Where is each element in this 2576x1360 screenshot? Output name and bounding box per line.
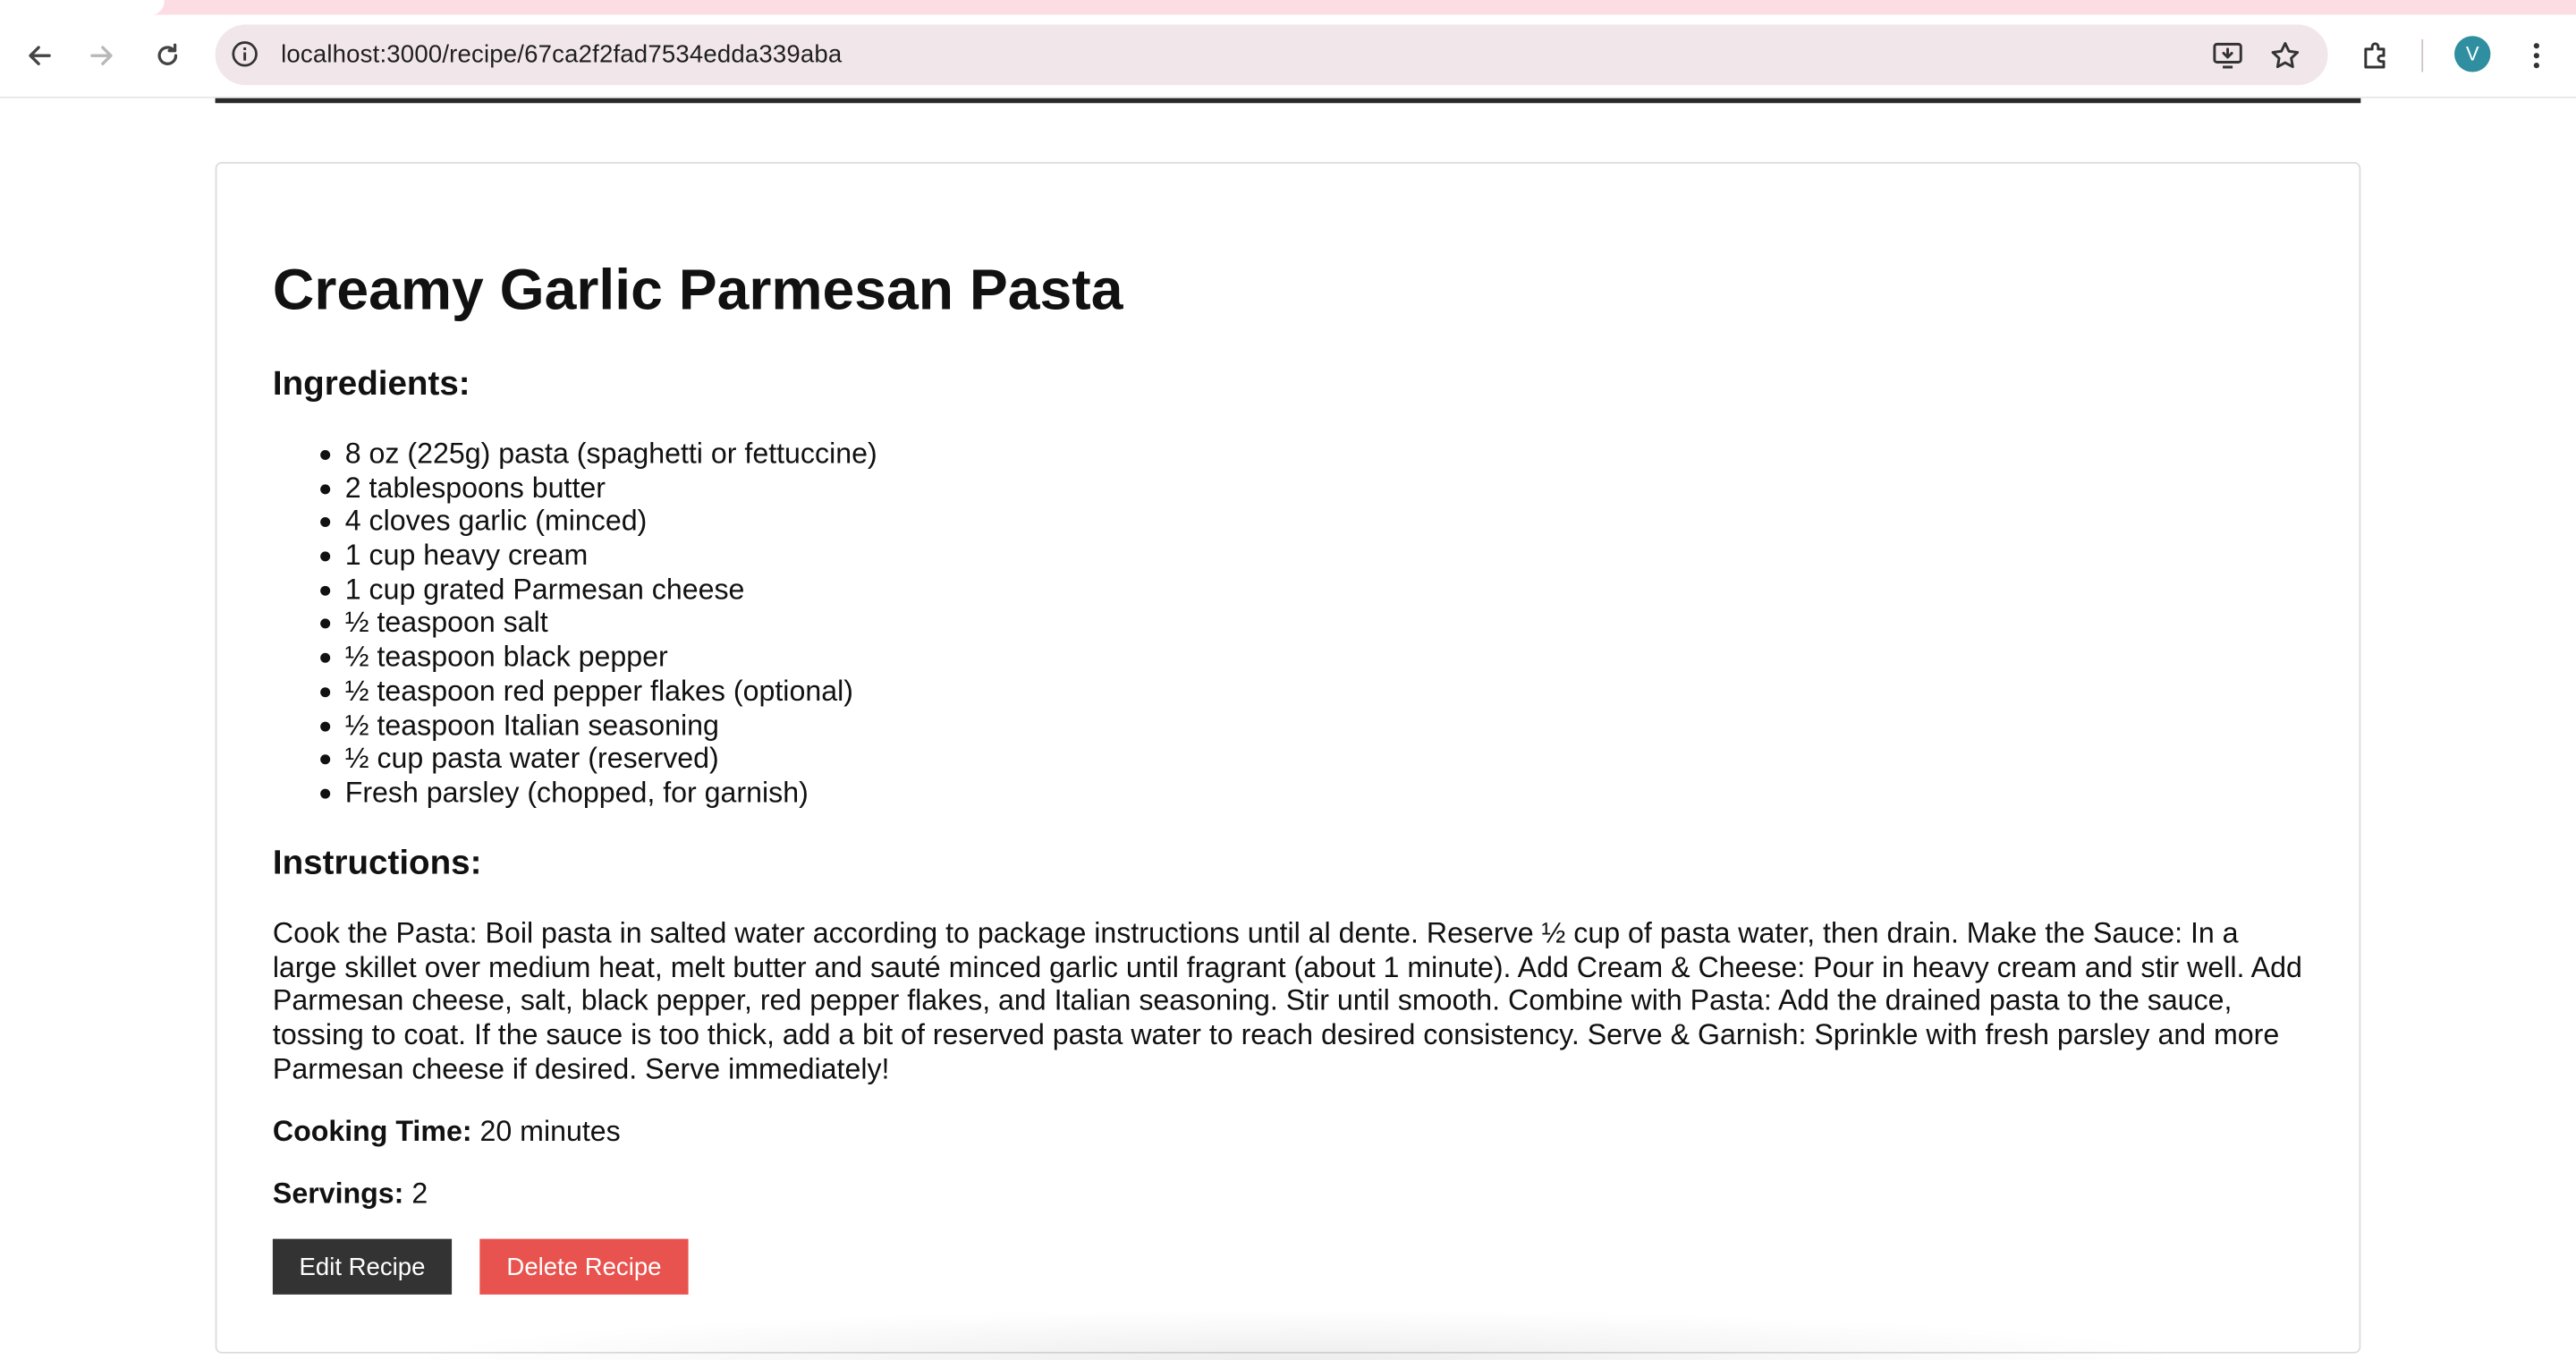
ingredient-item: 1 cup grated Parmesan cheese (273, 573, 877, 607)
ingredient-item: ½ cup pasta water (reserved) (273, 742, 877, 776)
bookmark-star-icon[interactable] (2268, 39, 2301, 72)
cooking-time-value: 20 minutes (479, 1114, 621, 1148)
site-info-icon[interactable] (230, 39, 259, 69)
forward-icon[interactable] (82, 36, 122, 75)
cooking-time-label: Cooking Time: (272, 1114, 472, 1148)
recipe-title: Creamy Garlic Parmesan Pasta (272, 258, 1123, 323)
active-tab-edge[interactable] (0, 0, 165, 15)
toolbar-divider (2421, 38, 2424, 72)
install-app-icon[interactable] (2211, 39, 2244, 72)
extensions-icon[interactable] (2356, 36, 2395, 75)
instructions-text: Cook the Pasta: Boil pasta in salted wat… (272, 916, 2302, 1085)
ingredient-item: Fresh parsley (chopped, for garnish) (273, 776, 877, 810)
browser-window: localhost:3000/recipe/67ca2f2fad7534edda… (0, 0, 2576, 1360)
servings: Servings: 2 (273, 1177, 428, 1211)
reload-icon[interactable] (148, 36, 187, 75)
instructions-heading: Instructions: (272, 844, 482, 882)
ingredient-item: ½ teaspoon black pepper (273, 640, 877, 674)
address-bar[interactable]: localhost:3000/recipe/67ca2f2fad7534edda… (215, 24, 2328, 86)
ingredient-item: ½ teaspoon salt (273, 607, 877, 641)
ingredient-item: ½ teaspoon red pepper flakes (optional) (273, 674, 877, 708)
delete-recipe-button[interactable]: Delete Recipe (479, 1238, 689, 1295)
ingredients-list: 8 oz (225g) pasta (spaghetti or fettucci… (273, 437, 877, 809)
servings-value: 2 (411, 1177, 428, 1210)
tab-strip (0, 0, 2576, 15)
profile-avatar[interactable]: V (2454, 36, 2491, 72)
edit-recipe-button[interactable]: Edit Recipe (272, 1238, 453, 1295)
ingredients-heading: Ingredients: (272, 364, 470, 403)
ingredient-item: 2 tablespoons butter (273, 471, 877, 505)
back-icon[interactable] (20, 36, 59, 75)
ingredient-item: 8 oz (225g) pasta (spaghetti or fettucci… (273, 437, 877, 471)
ingredient-item: 1 cup heavy cream (273, 539, 877, 573)
servings-label: Servings: (272, 1177, 404, 1210)
ingredient-item: ½ teaspoon Italian seasoning (273, 708, 877, 742)
ingredient-item: 4 cloves garlic (minced) (273, 505, 877, 539)
browser-menu-icon[interactable] (2517, 36, 2556, 75)
header-divider (215, 98, 2361, 104)
cooking-time: Cooking Time: 20 minutes (273, 1115, 621, 1149)
browser-toolbar: localhost:3000/recipe/67ca2f2fad7534edda… (0, 14, 2576, 98)
url-text[interactable]: localhost:3000/recipe/67ca2f2fad7534edda… (281, 41, 842, 69)
